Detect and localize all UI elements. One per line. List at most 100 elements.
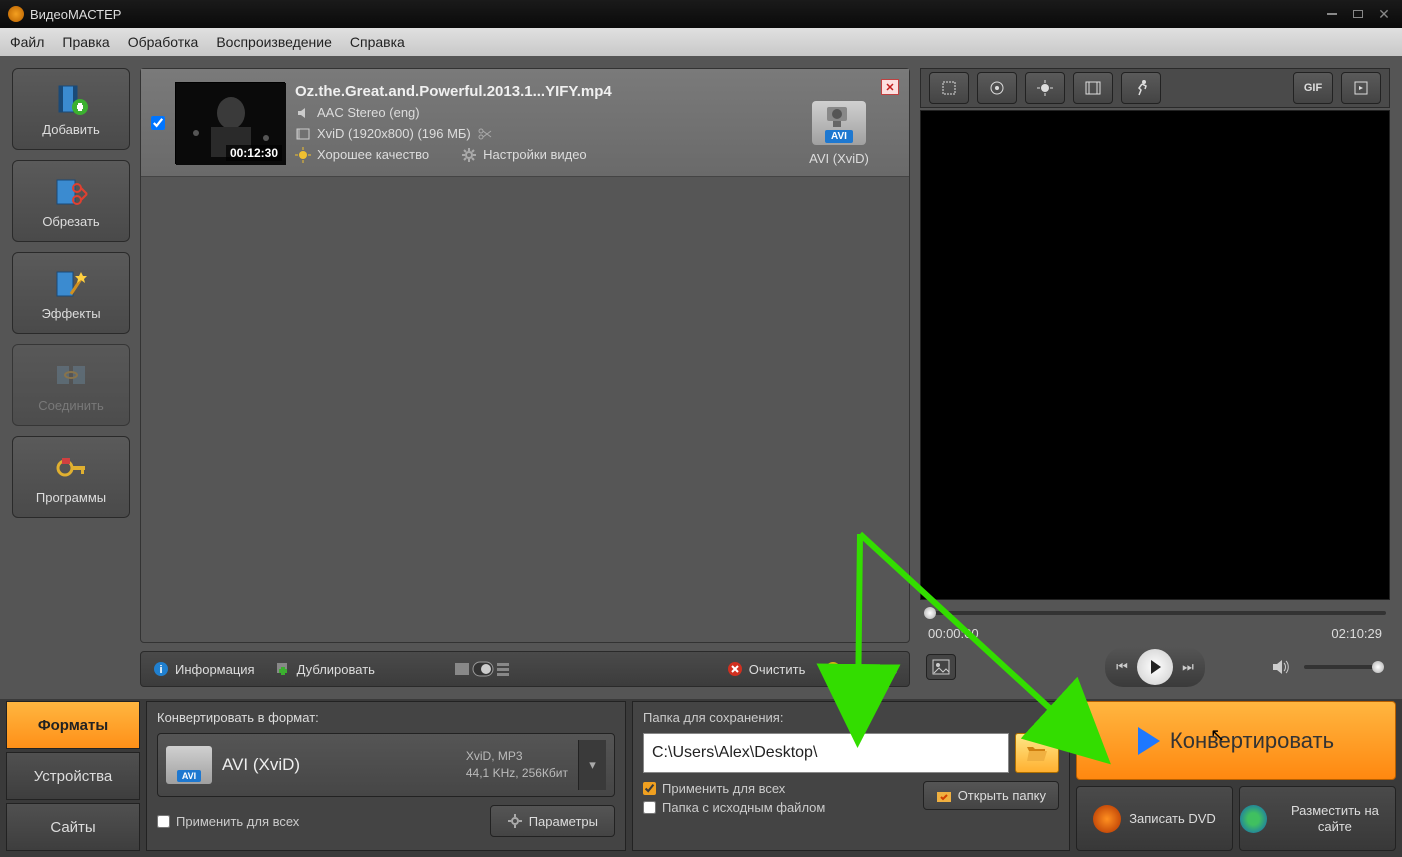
format-panel: Конвертировать в формат: AVI AVI (XviD) … bbox=[146, 701, 626, 851]
tab-sites[interactable]: Сайты bbox=[6, 803, 140, 851]
video-icon bbox=[295, 126, 311, 142]
minimize-button[interactable] bbox=[1322, 7, 1342, 21]
sidebar-join-button[interactable]: Соединить bbox=[12, 344, 130, 426]
format-badge-icon: AVI bbox=[166, 746, 212, 784]
tab-devices[interactable]: Устройства bbox=[6, 752, 140, 800]
menu-help[interactable]: Справка bbox=[350, 34, 405, 50]
menubar: Файл Правка Обработка Воспроизведение Сп… bbox=[0, 28, 1402, 56]
apply-all-save-checkbox[interactable]: Применить для всех bbox=[643, 781, 825, 796]
scissors-icon bbox=[53, 174, 89, 210]
maximize-button[interactable] bbox=[1348, 7, 1368, 21]
file-checkbox[interactable] bbox=[151, 116, 165, 130]
x-circle-icon bbox=[727, 661, 743, 677]
volume-button[interactable] bbox=[1266, 654, 1296, 680]
close-button[interactable]: ✕ bbox=[1374, 7, 1394, 21]
sidebar-programs-button[interactable]: Программы bbox=[12, 436, 130, 518]
app-logo-icon bbox=[8, 6, 24, 22]
sidebar-label: Добавить bbox=[42, 122, 99, 137]
audio-icon bbox=[295, 105, 311, 121]
format-header: Конвертировать в формат: bbox=[157, 710, 615, 725]
menu-process[interactable]: Обработка bbox=[128, 34, 199, 50]
volume-slider[interactable] bbox=[1304, 665, 1384, 669]
info-button[interactable]: iИнформация bbox=[153, 661, 255, 677]
fire-icon bbox=[1093, 805, 1121, 833]
duplicate-button[interactable]: Дублировать bbox=[275, 661, 375, 677]
key-icon bbox=[53, 450, 89, 486]
next-button[interactable]: ⏭ bbox=[1173, 652, 1203, 682]
target-icon bbox=[987, 78, 1007, 98]
brightness-icon bbox=[1035, 78, 1055, 98]
save-path-input[interactable]: C:\Users\Alex\Desktop\ bbox=[643, 733, 1009, 773]
seek-knob[interactable] bbox=[924, 607, 936, 619]
output-format-icon[interactable]: AVI bbox=[812, 101, 866, 145]
apply-all-format-checkbox[interactable]: Применить для всех bbox=[157, 814, 299, 829]
parameters-button[interactable]: Параметры bbox=[490, 805, 615, 837]
folder-check-icon bbox=[936, 789, 952, 803]
folder-open-icon bbox=[1025, 743, 1049, 763]
play-icon bbox=[1138, 727, 1160, 755]
output-format-label: AVI (XviD) bbox=[809, 151, 869, 166]
cut-icon[interactable] bbox=[477, 126, 493, 142]
sidebar-label: Эффекты bbox=[41, 306, 100, 321]
remove-file-button[interactable]: ✕ bbox=[881, 79, 899, 95]
menu-file[interactable]: Файл bbox=[10, 34, 44, 50]
minus-circle-icon bbox=[825, 661, 841, 677]
time-current: 00:00:00 bbox=[928, 626, 979, 641]
browse-folder-button[interactable] bbox=[1015, 733, 1059, 773]
save-panel: Папка для сохранения: C:\Users\Alex\Desk… bbox=[632, 701, 1070, 851]
convert-button[interactable]: Конвертировать bbox=[1076, 701, 1396, 780]
format-tabs: Форматы Устройства Сайты bbox=[6, 701, 140, 851]
file-thumbnail[interactable]: 00:12:30 bbox=[175, 82, 285, 164]
clear-button[interactable]: Очистить bbox=[727, 661, 806, 677]
tab-formats[interactable]: Форматы bbox=[6, 701, 140, 749]
info-icon: i bbox=[153, 661, 169, 677]
magic-wand-icon bbox=[53, 266, 89, 302]
film-icon bbox=[1083, 78, 1103, 98]
sidebar-add-button[interactable]: Добавить bbox=[12, 68, 130, 150]
same-folder-checkbox[interactable]: Папка с исходным файлом bbox=[643, 800, 825, 815]
enhance-button[interactable] bbox=[977, 72, 1017, 104]
snapshot-button[interactable] bbox=[926, 654, 956, 680]
view-toggle[interactable] bbox=[455, 660, 509, 678]
volume-knob[interactable] bbox=[1372, 661, 1384, 673]
gear-icon bbox=[507, 813, 523, 829]
fullscreen-button[interactable] bbox=[1341, 72, 1381, 104]
time-total: 02:10:29 bbox=[1331, 626, 1382, 641]
chevron-down-icon[interactable]: ▾ bbox=[578, 740, 606, 790]
file-list: 00:12:30 Oz.the.Great.and.Powerful.2013.… bbox=[140, 68, 910, 643]
delete-button[interactable]: Удалить bbox=[825, 661, 897, 677]
format-selector[interactable]: AVI AVI (XviD) XviD, MP3 44,1 KHz, 256Кб… bbox=[157, 733, 615, 797]
speed-button[interactable] bbox=[1121, 72, 1161, 104]
actions-panel: Конвертировать Записать DVD Разместить н… bbox=[1076, 701, 1396, 851]
sidebar-trim-button[interactable]: Обрезать bbox=[12, 160, 130, 242]
open-folder-button[interactable]: Открыть папку bbox=[923, 781, 1059, 810]
play-icon bbox=[1151, 660, 1161, 674]
burn-dvd-button[interactable]: Записать DVD bbox=[1076, 786, 1233, 851]
sidebar-label: Программы bbox=[36, 490, 106, 505]
fullscreen-icon bbox=[1351, 78, 1371, 98]
video-info: XviD (1920x800) (196 МБ) bbox=[317, 126, 471, 141]
video-preview[interactable] bbox=[920, 110, 1390, 600]
format-name: AVI (XviD) bbox=[222, 755, 456, 775]
crop-button[interactable] bbox=[929, 72, 969, 104]
gear-icon[interactable] bbox=[461, 147, 477, 163]
globe-icon bbox=[1240, 805, 1267, 833]
convert-label: Конвертировать bbox=[1170, 728, 1334, 754]
running-icon bbox=[1131, 78, 1151, 98]
settings-link[interactable]: Настройки видео bbox=[483, 147, 587, 162]
publish-button[interactable]: Разместить на сайте bbox=[1239, 786, 1396, 851]
play-button[interactable] bbox=[1137, 649, 1173, 685]
brightness-button[interactable] bbox=[1025, 72, 1065, 104]
plus-icon bbox=[275, 661, 291, 677]
sidebar-label: Обрезать bbox=[42, 214, 99, 229]
prev-button[interactable]: ⏮ bbox=[1107, 652, 1137, 682]
sidebar: Добавить Обрезать Эффекты Соединить Прог… bbox=[12, 68, 130, 687]
file-row[interactable]: 00:12:30 Oz.the.Great.and.Powerful.2013.… bbox=[141, 69, 909, 177]
sidebar-effects-button[interactable]: Эффекты bbox=[12, 252, 130, 334]
file-name: Oz.the.Great.and.Powerful.2013.1...YIFY.… bbox=[295, 83, 769, 100]
gif-button[interactable]: GIF bbox=[1293, 72, 1333, 104]
filmstrip-button[interactable] bbox=[1073, 72, 1113, 104]
menu-edit[interactable]: Правка bbox=[62, 34, 109, 50]
menu-playback[interactable]: Воспроизведение bbox=[216, 34, 332, 50]
seek-bar[interactable] bbox=[920, 606, 1390, 620]
